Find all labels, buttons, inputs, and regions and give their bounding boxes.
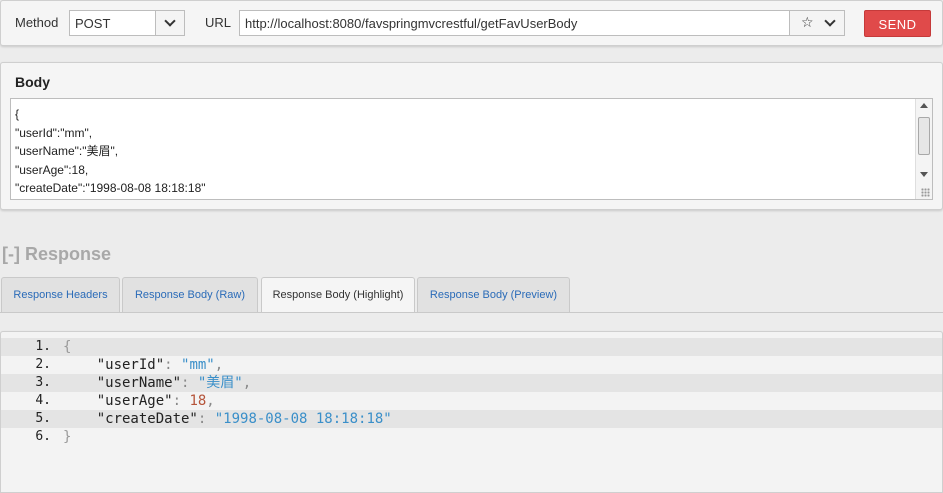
line-number: 2. [35, 357, 51, 372]
tab-divider [0, 312, 943, 313]
json-value: "1998-08-08 18:18:18" [214, 411, 392, 427]
body-textarea[interactable]: { "userId":"mm", "userName":"美眉", "userA… [10, 98, 933, 200]
code-line: 5. "createDate": "1998-08-08 18:18:18" [1, 410, 942, 428]
star-icon[interactable]: ☆ [801, 14, 814, 30]
url-label: URL [205, 15, 232, 30]
body-text: { "userId":"mm", "userName":"美眉", "userA… [15, 105, 206, 198]
code-line: 6. } [1, 428, 942, 446]
code-line: 1. { [1, 338, 942, 356]
chevron-down-icon [164, 15, 176, 27]
url-input[interactable]: http://localhost:8080/favspringmvcrestfu… [239, 10, 845, 36]
code-line: 2. "userId": "mm", [1, 356, 942, 374]
line-number: 1. [35, 339, 51, 354]
method-value: POST [75, 16, 111, 31]
body-line: "userName":"美眉", [15, 144, 119, 158]
tab-response-body-highlight[interactable]: Response Body (Highlight) [261, 277, 415, 313]
scroll-thumb[interactable] [918, 117, 930, 155]
line-number: 6. [35, 429, 51, 444]
response-toggle[interactable]: [-] Response [2, 244, 111, 265]
json-value: "美眉" [197, 375, 243, 391]
send-button[interactable]: SEND [864, 10, 931, 37]
chevron-down-icon[interactable] [824, 15, 836, 27]
method-dropdown-toggle[interactable] [155, 11, 184, 35]
resize-grip-icon[interactable] [921, 188, 930, 197]
url-actions: ☆ [789, 11, 844, 35]
tab-response-body-raw[interactable]: Response Body (Raw) [122, 277, 258, 312]
line-number: 3. [35, 375, 51, 390]
body-scrollbar[interactable] [915, 99, 932, 199]
url-value: http://localhost:8080/favspringmvcrestfu… [245, 16, 578, 31]
line-number: 4. [35, 393, 51, 408]
json-key: "userName" [96, 375, 182, 391]
body-title: Body [15, 74, 50, 90]
body-line: "createDate":"1998-08-08 18:18:18" [15, 181, 206, 195]
tab-response-body-preview[interactable]: Response Body (Preview) [417, 277, 570, 312]
body-line: "userId":"mm", [15, 125, 93, 140]
tab-response-headers[interactable]: Response Headers [1, 277, 120, 312]
code-line: 3. "userName": "美眉", [1, 374, 942, 392]
scroll-up-icon[interactable] [920, 103, 928, 108]
json-key: "userAge" [96, 393, 173, 409]
json-value: "mm" [181, 357, 215, 373]
body-panel: Body { "userId":"mm", "userName":"美眉", "… [0, 62, 943, 210]
json-open-brace: { [63, 339, 72, 355]
body-line: "userAge":18, [15, 162, 89, 177]
json-value: 18 [189, 393, 207, 409]
response-body-code: 1. { 2. "userId": "mm", 3. "userName": "… [0, 331, 943, 493]
scroll-down-icon[interactable] [920, 172, 928, 177]
line-number: 5. [35, 411, 51, 426]
method-select[interactable]: POST [69, 10, 185, 36]
method-label: Method [15, 15, 59, 30]
json-close-brace: } [63, 429, 72, 445]
body-line: { [15, 107, 20, 121]
json-key: "createDate" [96, 411, 198, 427]
request-bar: Method POST URL http://localhost:8080/fa… [0, 0, 943, 46]
code-line: 4. "userAge": 18, [1, 392, 942, 410]
json-key: "userId" [96, 357, 165, 373]
